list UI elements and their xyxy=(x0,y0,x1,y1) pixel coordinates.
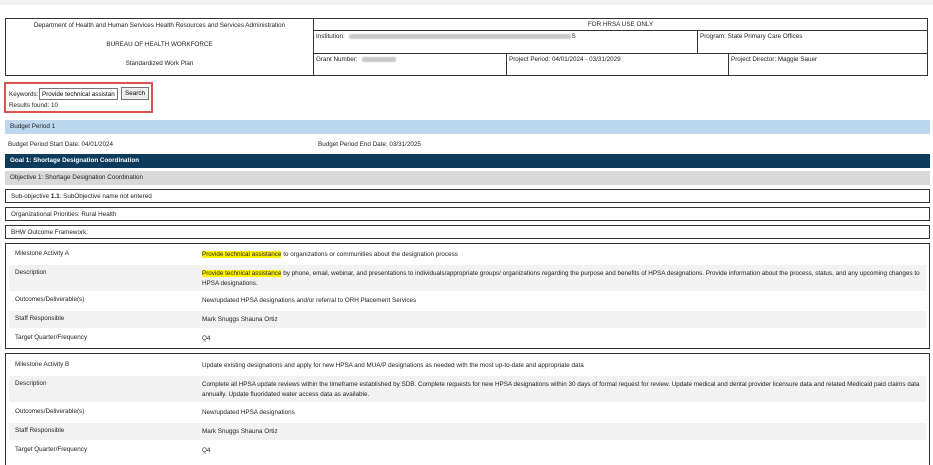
search-button[interactable]: Search xyxy=(121,87,149,100)
hrsa-only-label: FOR HRSA USE ONLY xyxy=(587,21,654,28)
milestone-b-activity-label: Milestone Activity B xyxy=(15,361,70,368)
objective-bar: Objective 1: Shortage Designation Coordi… xyxy=(5,171,930,185)
objective-title: Objective 1: Shortage Designation Coordi… xyxy=(10,174,144,181)
milestone-b-target-label: Target Quarter/Frequency xyxy=(15,446,88,453)
milestone-a-block: Milestone Activity A Provide technical a… xyxy=(5,243,930,349)
milestone-a-activity-label: Milestone Activity A xyxy=(15,250,69,257)
hrsa-only-row: FOR HRSA USE ONLY xyxy=(314,19,927,31)
institution-redacted xyxy=(349,33,572,39)
institution-label: Institution: xyxy=(316,33,345,40)
keywords-input[interactable] xyxy=(39,88,118,100)
project-director-value: Project Director: Maggie Sauer xyxy=(731,56,818,63)
milestone-b-activity-row: Milestone Activity B Update existing des… xyxy=(9,361,926,373)
milestone-b-description-row: Description Complete all HPSA update rev… xyxy=(9,376,926,402)
budget-period-title: Budget Period 1 xyxy=(10,123,56,130)
milestone-a-staff-value: Mark Snuggs Shauna Ortiz xyxy=(202,316,278,323)
grant-label: Grant Number: xyxy=(316,56,358,63)
subobjective-row: Sub-objective 1.1: SubObjective name not… xyxy=(5,189,930,203)
subobjective-number: 1.1 xyxy=(50,193,60,200)
milestone-b-staff-value: Mark Snuggs Shauna Ortiz xyxy=(202,428,278,435)
milestone-a-staff-label: Staff Responsible xyxy=(15,315,65,322)
search-highlight: Provide technical assistance xyxy=(202,270,282,277)
header-hrsa-block: FOR HRSA USE ONLY Institution: S Program… xyxy=(314,19,927,75)
milestone-b-block: Milestone Activity B Update existing des… xyxy=(5,353,930,465)
bhw-framework-row: BHW Outcome Framework: xyxy=(5,225,930,239)
milestone-a-staff-row: Staff Responsible Mark Snuggs Shauna Ort… xyxy=(9,311,926,328)
milestone-b-outcomes-row: Outcomes/Deliverable(s) New/updated HPSA… xyxy=(9,408,926,420)
plan-title: Standardized Work Plan xyxy=(125,60,194,67)
goal-title: Goal 1: Shortage Designation Coordinatio… xyxy=(10,157,140,164)
top-strip xyxy=(0,0,933,5)
goal-bar: Goal 1: Shortage Designation Coordinatio… xyxy=(5,154,930,168)
institution-cell: Institution: S xyxy=(314,31,698,53)
keyword-search-panel: Keywords: Search Results found: 10 xyxy=(4,82,153,113)
milestone-b-description-label: Description xyxy=(15,380,47,387)
grant-redacted xyxy=(362,56,397,62)
project-director-cell: Project Director: Maggie Sauer xyxy=(729,54,927,75)
budget-start-text: Budget Period Start Date: 04/01/2024 xyxy=(8,141,114,148)
milestone-a-outcomes-label: Outcomes/Deliverable(s) xyxy=(15,296,85,303)
program-value: Program: State Primary Care Offices xyxy=(700,33,803,40)
institution-row: Institution: S Program: State Primary Ca… xyxy=(314,31,927,54)
milestone-b-staff-label: Staff Responsible xyxy=(15,427,65,434)
milestone-b-outcomes-value: New/updated HPSA designations xyxy=(202,409,295,416)
milestone-a-activity-value: Provide technical assistance to organiza… xyxy=(202,250,920,260)
subobjective-text: : SubObjective name not entered xyxy=(59,193,152,200)
milestone-a-target-value: Q4 xyxy=(202,335,211,342)
header-agency-block: Department of Health and Human Services … xyxy=(6,19,314,75)
milestone-a-activity-row: Milestone Activity A Provide technical a… xyxy=(9,250,926,262)
milestone-b-staff-row: Staff Responsible Mark Snuggs Shauna Ort… xyxy=(9,423,926,440)
milestone-b-description-value: Complete all HPSA update reviews within … xyxy=(202,381,920,398)
work-plan-header: Department of Health and Human Services … xyxy=(5,18,928,76)
milestone-a-target-label: Target Quarter/Frequency xyxy=(15,334,88,341)
milestone-a-description-row: Description Provide technical assistance… xyxy=(9,265,926,291)
budget-end-date: Budget Period End Date: 03/31/2025 xyxy=(318,141,421,148)
institution-tail: S xyxy=(571,33,576,40)
results-count: Results found: 10 xyxy=(9,102,59,109)
milestone-b-activity-value: Update existing designations and apply f… xyxy=(202,362,584,369)
subobjective-prefix: Sub-objective xyxy=(11,193,51,200)
org-priorities-row: Organizational Priorities: Rural Health xyxy=(5,207,930,221)
milestone-a-target-row: Target Quarter/Frequency Q4 xyxy=(9,334,926,346)
milestone-a-activity-text: to organizations or communities about th… xyxy=(281,251,458,258)
milestone-a-outcomes-value: New/updated HPSA designations and/or ref… xyxy=(202,297,417,304)
bhw-framework-text: BHW Outcome Framework: xyxy=(11,229,88,236)
keywords-label: Keywords: xyxy=(9,91,39,98)
milestone-a-outcomes-row: Outcomes/Deliverable(s) New/updated HPSA… xyxy=(9,296,926,308)
grant-row: Grant Number: Project Period: 04/01/2024… xyxy=(314,54,927,75)
budget-start-date: Budget Period Start Date: 04/01/2024 xyxy=(8,141,113,148)
milestone-a-description-text: by phone, email, webinar, and presentati… xyxy=(202,270,920,287)
program-cell: Program: State Primary Care Offices xyxy=(698,31,927,53)
budget-period-bar: Budget Period 1 xyxy=(5,120,930,134)
department-title: Department of Health and Human Services … xyxy=(33,22,286,29)
milestone-a-description-label: Description xyxy=(15,269,47,276)
project-period-value: Project Period: 04/01/2024 - 03/31/2029 xyxy=(509,56,621,63)
project-period-cell: Project Period: 04/01/2024 - 03/31/2029 xyxy=(507,54,729,75)
milestone-a-description-value: Provide technical assistance by phone, e… xyxy=(202,269,920,288)
org-priorities-text: Organizational Priorities: Rural Health xyxy=(11,211,117,218)
bureau-title: BUREAU OF HEALTH WORKFORCE xyxy=(106,41,213,48)
milestone-b-outcomes-label: Outcomes/Deliverable(s) xyxy=(15,408,85,415)
grant-cell: Grant Number: xyxy=(314,54,507,75)
milestone-b-target-value: Q4 xyxy=(202,447,211,454)
milestone-b-target-row: Target Quarter/Frequency Q4 xyxy=(9,446,926,458)
budget-end-text: Budget Period End Date: 03/31/2025 xyxy=(318,141,421,148)
search-highlight: Provide technical assistance xyxy=(202,251,282,258)
